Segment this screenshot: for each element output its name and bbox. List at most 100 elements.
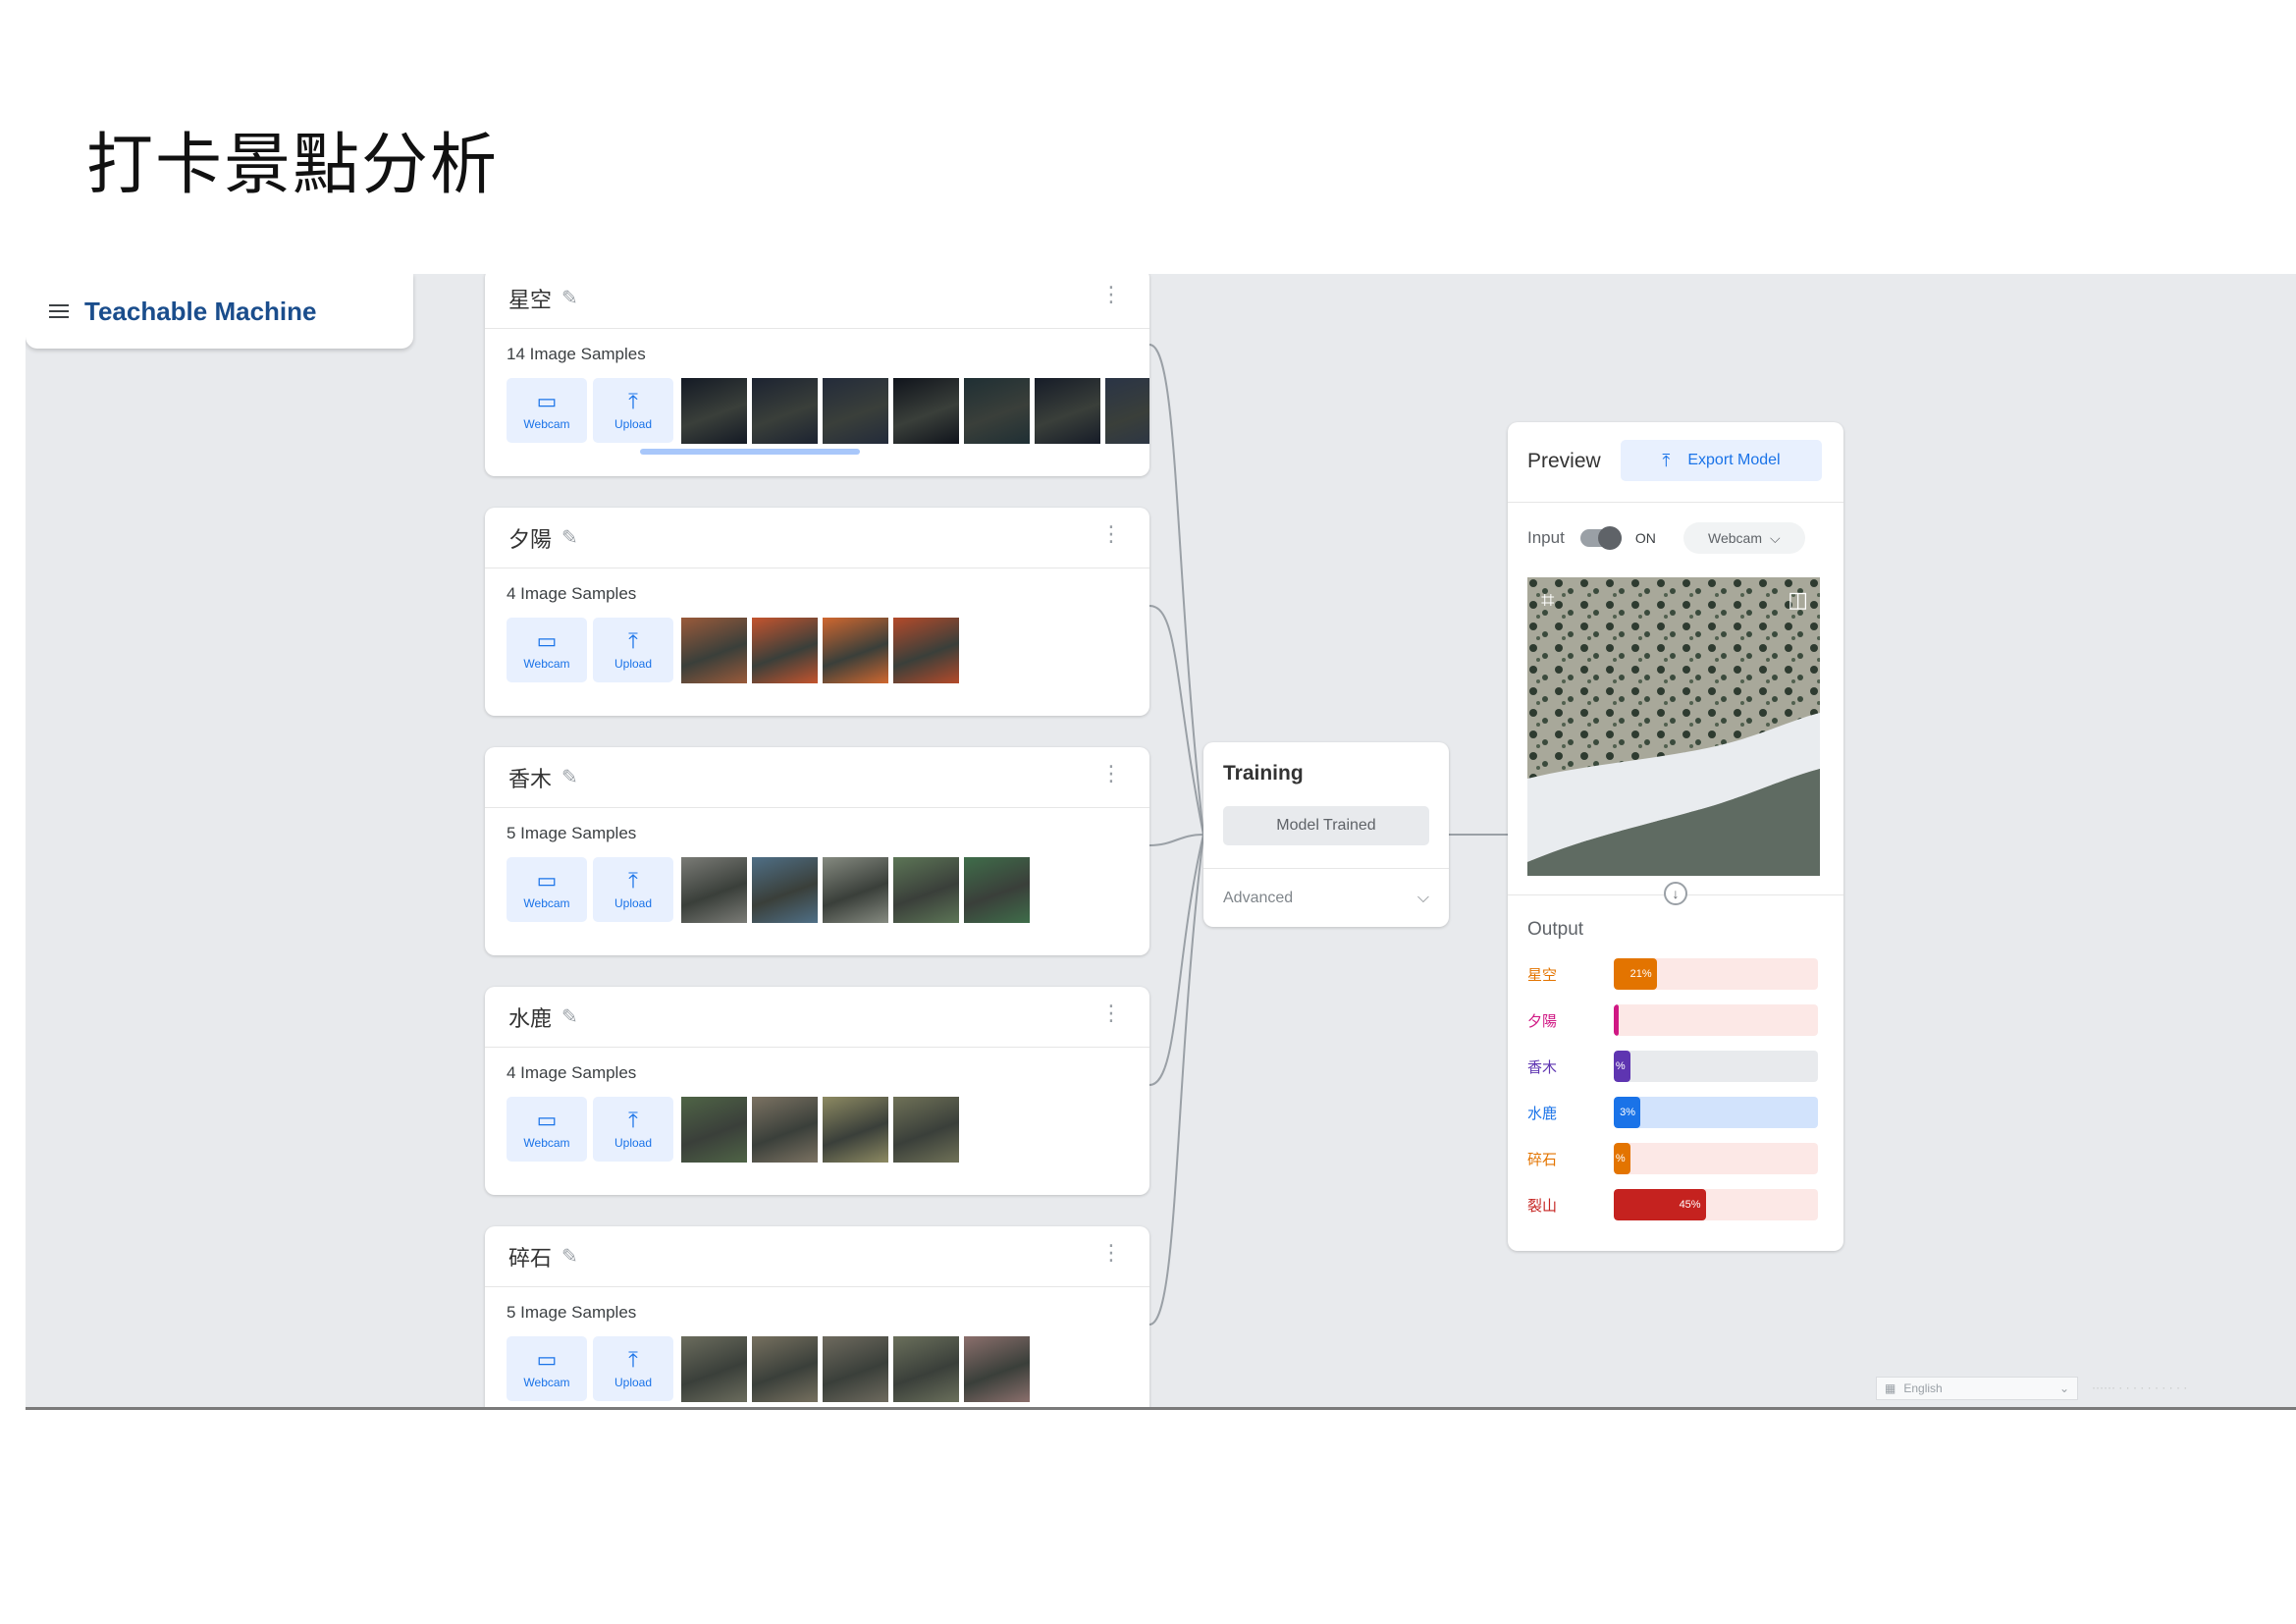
sample-thumbnail[interactable] — [823, 618, 888, 683]
more-vert-icon[interactable]: ⋮ — [1100, 1242, 1122, 1264]
sample-thumbnail[interactable] — [823, 1336, 888, 1402]
class-card: 星空 ✎ ⋮ 14 Image Samples ▭ Webcam ⤒ Upload — [485, 274, 1149, 476]
more-vert-icon[interactable]: ⋮ — [1100, 1002, 1122, 1024]
sample-actions: ▭ Webcam ⤒ Upload — [507, 1097, 964, 1163]
sample-thumbnail[interactable] — [681, 857, 747, 923]
export-icon: ⤒ — [1662, 450, 1671, 470]
upload-button[interactable]: ⤒ Upload — [593, 1097, 673, 1162]
sample-thumbnail[interactable] — [1105, 378, 1149, 444]
sample-thumbnail[interactable] — [752, 1336, 818, 1402]
sample-thumbnail[interactable] — [681, 618, 747, 683]
sample-thumbnail[interactable] — [752, 378, 818, 444]
videocam-icon: ▭ — [536, 628, 558, 653]
sample-count: 4 Image Samples — [507, 584, 637, 603]
output-class-label: 香木 — [1527, 1057, 1558, 1076]
class-header: 星空 ✎ ⋮ — [485, 274, 1149, 329]
more-vert-icon[interactable]: ⋮ — [1100, 523, 1122, 545]
sample-thumbnail[interactable] — [893, 1097, 959, 1163]
sample-thumbnail[interactable] — [823, 1097, 888, 1163]
output-title: Output — [1527, 919, 1584, 940]
class-name[interactable]: 香木 — [508, 762, 552, 793]
webcam-button[interactable]: ▭ Webcam — [507, 618, 587, 682]
class-header: 夕陽 ✎ ⋮ — [485, 508, 1149, 568]
input-source-select[interactable]: Webcam ⌵ — [1682, 522, 1805, 554]
webcam-button[interactable]: ▭ Webcam — [507, 1336, 587, 1401]
pencil-icon[interactable]: ✎ — [561, 765, 578, 789]
flip-icon[interactable]: ◫ — [1788, 587, 1808, 613]
upload-button[interactable]: ⤒ Upload — [593, 618, 673, 682]
confidence-fill — [1614, 1004, 1619, 1036]
class-name[interactable]: 碎石 — [508, 1241, 552, 1272]
webcam-button[interactable]: ▭ Webcam — [507, 857, 587, 922]
videocam-icon: ▭ — [536, 1108, 558, 1132]
training-card: Training Model Trained Advanced ⌵ — [1203, 742, 1449, 927]
class-header: 水鹿 ✎ ⋮ — [485, 987, 1149, 1048]
sample-thumbnails — [681, 1097, 964, 1163]
sample-thumbnails — [681, 618, 964, 683]
connector-lines — [1148, 344, 1508, 1326]
webcam-button[interactable]: ▭ Webcam — [507, 1097, 587, 1162]
sample-thumbnail[interactable] — [1035, 378, 1100, 444]
webcam-label: Webcam — [523, 1136, 570, 1150]
videocam-icon: ▭ — [536, 868, 558, 893]
sample-thumbnail[interactable] — [964, 1336, 1030, 1402]
class-card: 碎石 ✎ ⋮ 5 Image Samples ▭ Webcam ⤒ Upload — [485, 1226, 1149, 1408]
preview-title: Preview — [1527, 450, 1601, 472]
upload-label: Upload — [614, 896, 653, 910]
sample-thumbnail[interactable] — [823, 857, 888, 923]
pencil-icon[interactable]: ✎ — [561, 525, 578, 550]
sample-thumbnail[interactable] — [681, 378, 747, 444]
sample-thumbnail[interactable] — [823, 378, 888, 444]
menu-icon[interactable] — [49, 304, 69, 318]
output-class-label: 水鹿 — [1527, 1104, 1558, 1122]
upload-button[interactable]: ⤒ Upload — [593, 1336, 673, 1401]
sample-actions: ▭ Webcam ⤒ Upload — [507, 857, 1035, 923]
sample-thumbnail[interactable] — [893, 618, 959, 683]
upload-button[interactable]: ⤒ Upload — [593, 378, 673, 443]
upload-icon: ⤒ — [628, 628, 638, 653]
chevron-down-icon: ⌵ — [1416, 889, 1429, 906]
pencil-icon[interactable]: ✎ — [561, 1004, 578, 1029]
advanced-toggle[interactable]: Advanced ⌵ — [1203, 868, 1449, 927]
class-name[interactable]: 星空 — [508, 283, 552, 314]
sample-thumbnails — [681, 857, 1035, 923]
export-model-label: Export Model — [1687, 452, 1781, 468]
pencil-icon[interactable]: ✎ — [561, 286, 578, 310]
sample-thumbnail[interactable] — [681, 1097, 747, 1163]
more-vert-icon[interactable]: ⋮ — [1100, 284, 1122, 305]
class-card: 夕陽 ✎ ⋮ 4 Image Samples ▭ Webcam ⤒ Upload — [485, 508, 1149, 716]
sample-thumbnail[interactable] — [893, 378, 959, 444]
upload-label: Upload — [614, 1376, 653, 1389]
preview-header: Preview ⤒ Export Model — [1508, 422, 1843, 503]
sample-thumbnail[interactable] — [964, 378, 1030, 444]
crop-icon[interactable]: ⌗ — [1541, 587, 1555, 615]
sample-thumbnail[interactable] — [681, 1336, 747, 1402]
arrow-down-icon: ↓ — [1664, 882, 1687, 905]
version-text: ······ · · · · · · · · · · — [2092, 1380, 2188, 1394]
sample-thumbnail[interactable] — [752, 618, 818, 683]
toggle-state: ON — [1634, 530, 1656, 546]
input-toggle[interactable] — [1579, 526, 1622, 550]
class-name[interactable]: 水鹿 — [508, 1001, 552, 1033]
export-model-button[interactable]: ⤒ Export Model — [1621, 440, 1822, 481]
app-logo[interactable]: Teachable Machine — [84, 297, 317, 327]
sample-thumbnail[interactable] — [893, 857, 959, 923]
language-select[interactable]: ▦ English ⌄ — [1876, 1377, 2078, 1400]
confidence-fill: 21% — [1614, 958, 1657, 990]
output-row: 碎石% — [1527, 1142, 1824, 1175]
more-vert-icon[interactable]: ⋮ — [1100, 763, 1122, 785]
sample-thumbnail[interactable] — [964, 857, 1030, 923]
webcam-button[interactable]: ▭ Webcam — [507, 378, 587, 443]
thumbnail-scrollbar[interactable] — [640, 449, 860, 455]
sample-thumbnail[interactable] — [752, 857, 818, 923]
input-row: Input ON Webcam ⌵ — [1527, 520, 1824, 556]
model-trained-button[interactable]: Model Trained — [1223, 806, 1429, 845]
class-name[interactable]: 夕陽 — [508, 522, 552, 554]
webcam-scene — [1527, 577, 1820, 876]
sample-thumbnail[interactable] — [752, 1097, 818, 1163]
class-card: 香木 ✎ ⋮ 5 Image Samples ▭ Webcam ⤒ Upload — [485, 747, 1149, 955]
sample-count: 5 Image Samples — [507, 1303, 637, 1322]
pencil-icon[interactable]: ✎ — [561, 1244, 578, 1269]
upload-button[interactable]: ⤒ Upload — [593, 857, 673, 922]
sample-thumbnail[interactable] — [893, 1336, 959, 1402]
